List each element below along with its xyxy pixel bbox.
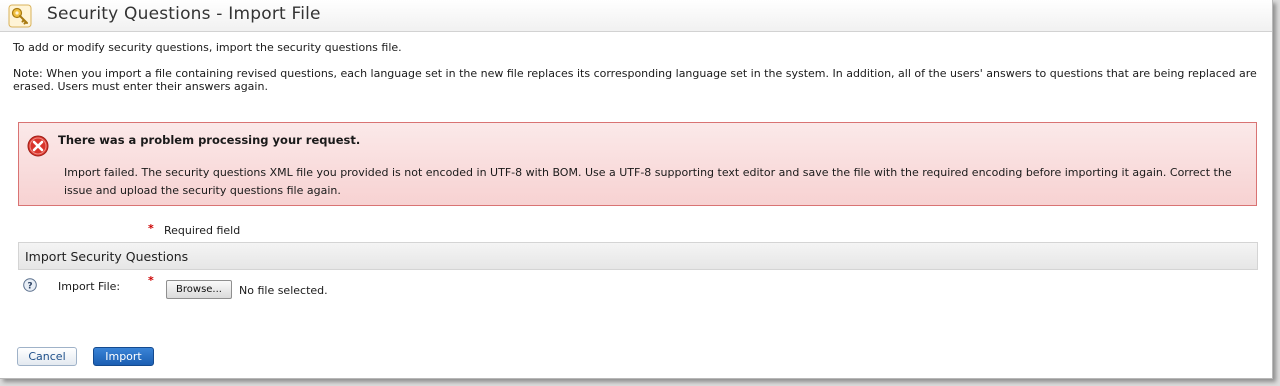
import-file-window: Security Questions - Import File To add … — [0, 0, 1273, 379]
file-selection-status: No file selected. — [239, 284, 328, 297]
section-title: Import Security Questions — [25, 249, 189, 264]
section-header: Import Security Questions — [18, 242, 1258, 270]
error-detail: Import failed. The security questions XM… — [64, 166, 1232, 197]
required-field-label: Required field — [164, 224, 241, 237]
svg-text:?: ? — [27, 282, 32, 292]
error-x-icon — [27, 135, 49, 157]
help-question-icon[interactable]: ? — [23, 278, 37, 292]
browse-button[interactable]: Browse... — [166, 280, 232, 299]
error-message-box: There was a problem processing your requ… — [18, 122, 1257, 206]
key-icon — [8, 4, 32, 28]
note-text: Note: When you import a file containing … — [13, 67, 1257, 93]
cancel-button[interactable]: Cancel — [17, 347, 77, 366]
error-title: There was a problem processing your requ… — [58, 133, 361, 147]
page-title: Security Questions - Import File — [47, 4, 321, 24]
required-marker: * — [148, 222, 154, 235]
title-bar: Security Questions - Import File — [0, 0, 1272, 32]
required-marker: * — [148, 274, 154, 287]
import-button[interactable]: Import — [93, 347, 154, 366]
import-file-label: Import File: — [58, 280, 121, 293]
intro-text: To add or modify security questions, imp… — [13, 41, 402, 54]
